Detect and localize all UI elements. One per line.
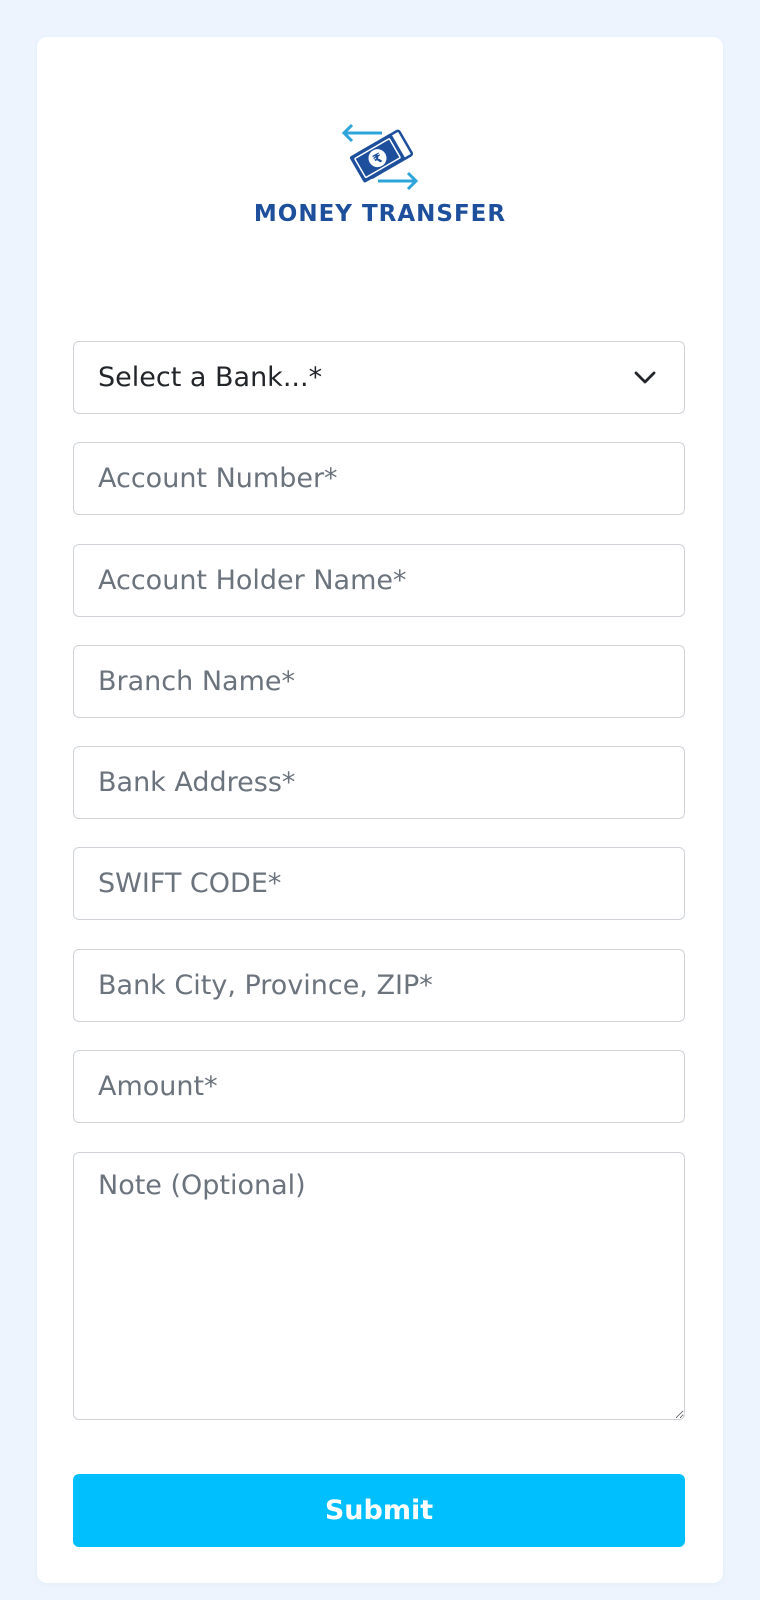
branch-name-input[interactable]	[73, 645, 685, 718]
submit-button[interactable]: Submit	[73, 1474, 685, 1547]
bank-city-input[interactable]	[73, 949, 685, 1022]
brand-logo: ₹ MONEY TRANSFER	[37, 121, 723, 227]
chevron-down-icon	[634, 371, 656, 383]
rupee-money-transfer-icon: ₹	[341, 123, 419, 191]
bank-select[interactable]: Select a Bank...*	[73, 341, 685, 414]
bank-select-value: Select a Bank...*	[98, 362, 323, 393]
note-textarea[interactable]	[73, 1152, 685, 1420]
form-card: ₹ MONEY TRANSFER Select a Bank...* Submi…	[37, 37, 723, 1583]
swift-code-input[interactable]	[73, 847, 685, 920]
account-number-input[interactable]	[73, 442, 685, 515]
bank-address-input[interactable]	[73, 746, 685, 819]
account-holder-name-input[interactable]	[73, 544, 685, 617]
brand-name: MONEY TRANSFER	[253, 201, 507, 227]
amount-input[interactable]	[73, 1050, 685, 1123]
